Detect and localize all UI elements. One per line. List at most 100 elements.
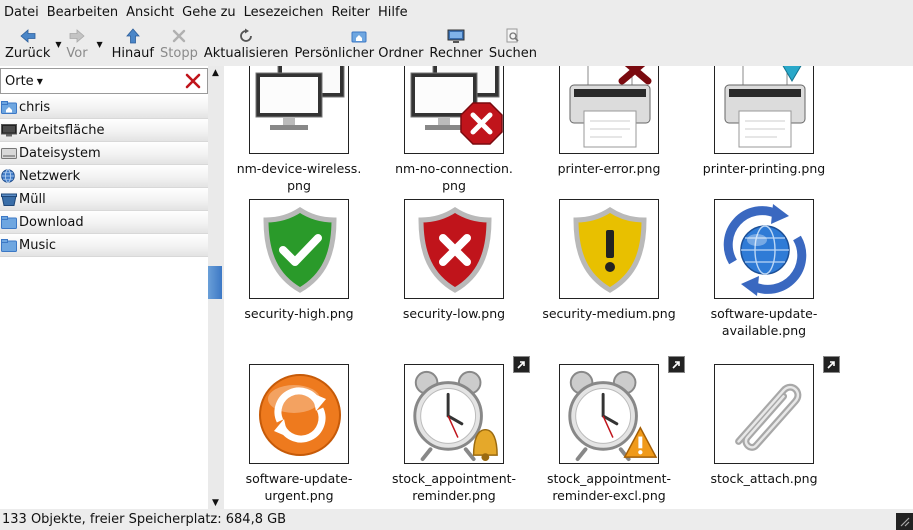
up-arrow-icon [124,28,142,44]
scroll-down-arrow-icon[interactable]: ▼ [212,498,219,508]
trash-icon [1,192,17,206]
sidebar-item-label: chris [19,99,51,115]
menu-hilfe[interactable]: Hilfe [378,5,408,20]
sidebar-item-dateisystem[interactable]: Dateisystem [0,142,208,165]
forward-label: Vor [66,46,88,61]
back-arrow-icon [19,28,37,44]
file-name: printer-error.png [557,161,661,176]
back-button[interactable]: Zurück [2,24,53,66]
file-name-line2: reminder-excl.png [552,488,666,503]
back-label: Zurück [5,46,51,61]
pane-splitter-handle[interactable] [208,266,222,299]
sidebar-item-download[interactable]: Download [0,211,208,234]
file-item[interactable]: stock_appointment- reminder-excl.png [534,356,685,504]
chevron-down-icon: ▼ [36,77,43,86]
file-item[interactable]: nm-device-wireless. png [224,66,374,194]
paperclip-icon [714,356,840,464]
folder-icon [1,215,17,229]
file-item[interactable]: printer-printing.png [689,66,839,177]
link-arrow-icon [823,356,840,373]
file-name-line2: available.png [721,323,807,338]
search-icon [504,28,522,44]
sidebar-item-chris[interactable]: chris [0,96,208,119]
menu-reiter[interactable]: Reiter [332,5,371,20]
menu-bearbeiten[interactable]: Bearbeiten [47,5,118,20]
menu-bar: Datei Bearbeiten Ansicht Gehe zu Lesezei… [0,0,913,24]
home-folder-icon [1,100,17,114]
shield-x-icon [404,199,504,299]
file-item[interactable]: software-update- urgent.png [224,364,374,504]
file-name: printer-printing.png [702,161,826,176]
file-item[interactable]: security-medium.png [534,199,684,322]
computer-monitor-icon [447,28,465,44]
menu-lesezeichen[interactable]: Lesezeichen [244,5,324,20]
monitors-error-icon [404,66,504,154]
file-item[interactable]: security-high.png [224,199,374,322]
computer-label: Rechner [429,46,483,61]
sidebar-item-arbeitsflaeche[interactable]: Arbeitsfläche [0,119,208,142]
up-button[interactable]: Hinauf [109,24,157,66]
network-globe-icon [1,169,17,183]
close-sidebar-icon[interactable] [185,72,201,90]
menu-datei[interactable]: Datei [4,5,39,20]
file-item[interactable]: software-update- available.png [689,199,839,339]
sidebar-item-label: Arbeitsfläche [19,122,105,138]
places-list: chris Arbeitsfläche Dateisystem Netzwerk… [0,96,208,257]
sidebar-item-music[interactable]: Music [0,234,208,257]
stop-label: Stopp [160,46,198,61]
search-label: Suchen [488,46,537,61]
file-name: security-medium.png [542,306,676,321]
menu-gehe-zu[interactable]: Gehe zu [182,5,236,20]
file-name-line2: urgent.png [264,488,334,503]
harddisk-icon [1,146,17,160]
chevron-down-icon: ▼ [55,40,62,49]
places-selector[interactable]: Orte ▼ [0,68,208,94]
sidebar-item-muell[interactable]: Müll [0,188,208,211]
file-name-line2: png [287,178,311,193]
file-name-line1: stock_appointment- [391,471,517,486]
shield-warning-icon [559,199,659,299]
desktop-icon [1,123,17,137]
back-history-dropdown[interactable]: ▼ [53,24,63,66]
stop-x-icon [170,28,188,44]
folder-icon [1,238,17,252]
sidebar-scrollbar[interactable]: ▲ ▼ [208,66,224,509]
file-name: security-low.png [402,306,506,321]
resize-grip-icon[interactable] [896,513,913,530]
computer-button[interactable]: Rechner [426,24,485,66]
forward-history-dropdown[interactable]: ▼ [91,24,109,66]
file-name: stock_attach.png [710,471,818,486]
file-item[interactable]: stock_appointment- reminder.png [379,356,530,504]
reload-button[interactable]: Aktualisieren [201,24,292,66]
scroll-up-arrow-icon[interactable]: ▲ [212,68,219,78]
link-arrow-icon [668,356,685,373]
printer-error-icon [559,66,659,154]
file-item[interactable]: security-low.png [379,199,529,322]
stop-button[interactable]: Stopp [157,24,201,66]
file-item[interactable]: stock_attach.png [689,356,840,487]
reload-label: Aktualisieren [203,46,289,61]
sidebar-item-label: Dateisystem [19,145,101,161]
menu-ansicht[interactable]: Ansicht [126,5,174,20]
sidebar-item-label: Download [19,214,84,230]
home-button[interactable]: Persönlicher Ordner [291,24,426,66]
file-name: security-high.png [244,306,354,321]
places-sidebar: Orte ▼ chris Arbeitsfläche Dateisystem N… [0,66,210,509]
printer-printing-icon [714,66,814,154]
sidebar-item-netzwerk[interactable]: Netzwerk [0,165,208,188]
file-item[interactable]: printer-error.png [534,66,684,177]
file-name-line1: nm-no-connection. [395,161,513,176]
up-label: Hinauf [111,46,155,61]
forward-arrow-icon [68,28,86,44]
file-name-line1: nm-device-wireless. [236,161,362,176]
chevron-down-icon: ▼ [96,40,103,49]
forward-button[interactable]: Vor [63,24,90,66]
sidebar-item-label: Netzwerk [19,168,81,184]
search-button[interactable]: Suchen [486,24,540,66]
sidebar-item-label: Müll [19,191,46,207]
file-item[interactable]: nm-no-connection. png [379,66,529,194]
file-name-line1: stock_appointment- [546,471,672,486]
file-name-line2: reminder.png [412,488,496,503]
shield-check-icon [249,199,349,299]
home-label: Persönlicher Ordner [294,46,424,61]
